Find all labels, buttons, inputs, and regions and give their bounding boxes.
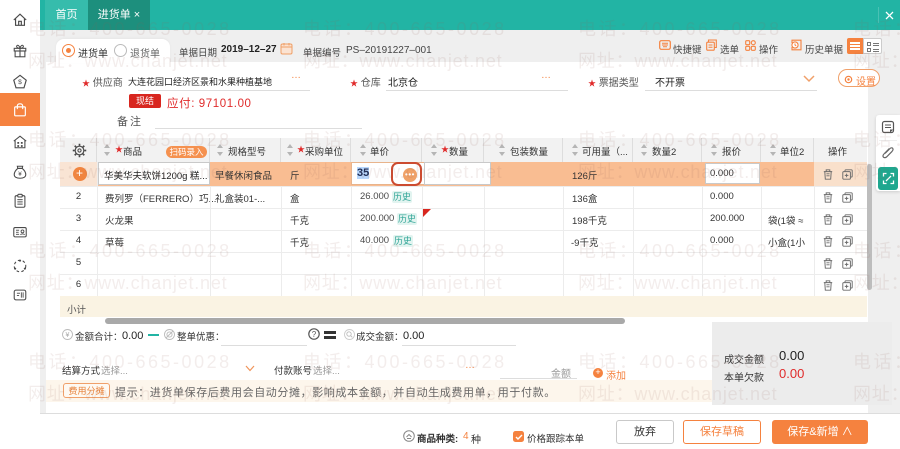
svg-text:¥: ¥ xyxy=(66,332,70,339)
svg-text:?: ? xyxy=(312,330,317,339)
svg-text:$: $ xyxy=(18,79,22,86)
svg-text:¥: ¥ xyxy=(18,171,22,178)
